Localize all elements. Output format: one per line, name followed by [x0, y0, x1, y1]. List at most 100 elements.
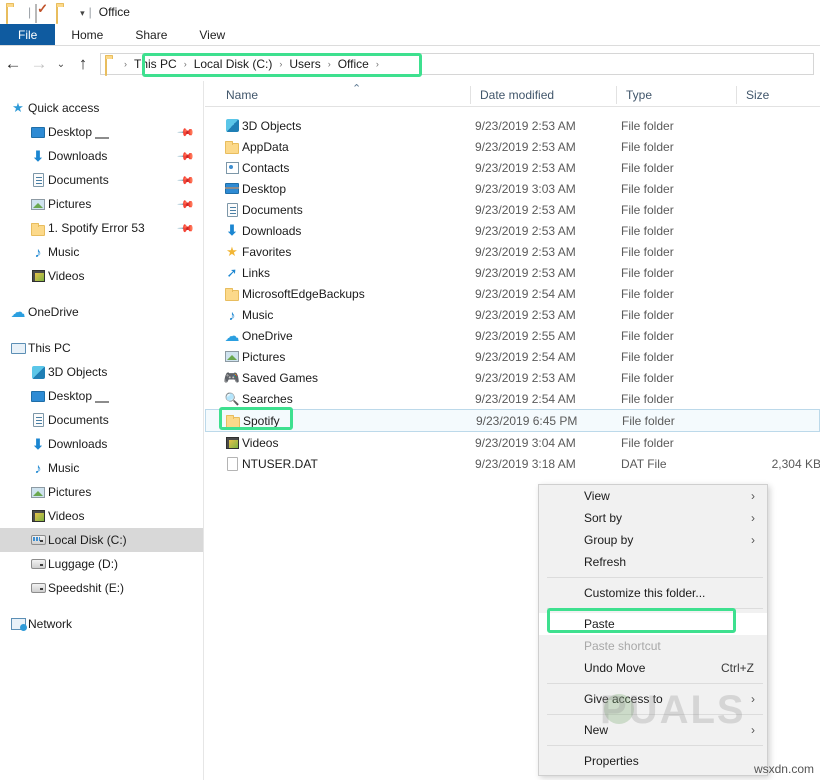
file-name-cell[interactable]: Contacts	[222, 161, 289, 175]
sidebar-item-local-disk-c[interactable]: Local Disk (C:)	[0, 528, 203, 552]
file-name-cell[interactable]: ★Favorites	[222, 244, 291, 260]
sidebar-item-label: Downloads	[48, 437, 107, 451]
table-row[interactable]: 🎮Saved Games 9/23/2019 2:53 AM File fold…	[205, 367, 820, 388]
sidebar-item-this-pc[interactable]: This PC	[0, 336, 203, 360]
tab-file[interactable]: File	[0, 24, 55, 45]
table-row[interactable]: Videos 9/23/2019 3:04 AM File folder	[205, 432, 820, 453]
file-name-cell[interactable]: ⬇Downloads	[222, 222, 301, 239]
file-name-cell[interactable]: Desktop	[222, 182, 286, 196]
breadcrumb-local-disk-c[interactable]: Local Disk (C:)	[188, 57, 279, 71]
sidebar-item-speedshit-e[interactable]: Speedshit (E:)	[0, 576, 203, 600]
pin-icon[interactable]: 📌	[177, 147, 196, 166]
date-modified-cell: 9/23/2019 2:53 AM	[475, 266, 576, 280]
sidebar-item-pictures[interactable]: Pictures 📌	[0, 192, 203, 216]
documents-icon	[28, 173, 48, 187]
tab-home[interactable]: Home	[55, 24, 119, 45]
desktop-icon	[28, 391, 48, 402]
sidebar-item-quick-access[interactable]: ★ Quick access	[0, 96, 203, 120]
menu-item-paste[interactable]: Paste	[539, 613, 767, 635]
sidebar-item-videos-pc[interactable]: Videos	[0, 504, 203, 528]
menu-item-refresh[interactable]: Refresh	[539, 551, 767, 573]
menu-item-give-access-to[interactable]: Give access to ›	[539, 688, 767, 710]
table-row[interactable]: ☁OneDrive 9/23/2019 2:55 AM File folder	[205, 325, 820, 346]
file-name-cell[interactable]: Videos	[222, 436, 278, 450]
file-name-cell[interactable]: MicrosoftEdgeBackups	[222, 287, 365, 301]
menu-item-new[interactable]: New ›	[539, 719, 767, 741]
file-name-cell[interactable]: 3D Objects	[222, 119, 301, 133]
file-name-cell[interactable]: ♪Music	[222, 307, 273, 323]
sidebar-item-network[interactable]: Network	[0, 612, 203, 636]
sidebar-item-desktop-pc[interactable]: Desktop	[0, 384, 203, 408]
sidebar-item-desktop[interactable]: Desktop 📌	[0, 120, 203, 144]
file-name-cell[interactable]: Documents	[222, 203, 303, 217]
table-row[interactable]: Documents 9/23/2019 2:53 AM File folder	[205, 199, 820, 220]
breadcrumb-this-pc[interactable]: This PC	[128, 57, 183, 71]
sidebar-item-documents[interactable]: Documents 📌	[0, 168, 203, 192]
menu-item-group-by[interactable]: Group by ›	[539, 529, 767, 551]
sidebar-item-videos[interactable]: Videos	[0, 264, 203, 288]
table-row[interactable]: Pictures 9/23/2019 2:54 AM File folder	[205, 346, 820, 367]
pin-icon[interactable]: 📌	[177, 195, 196, 214]
date-modified-cell: 9/23/2019 2:54 AM	[475, 350, 576, 364]
properties-checkbox-icon[interactable]	[35, 4, 51, 20]
menu-item-sort-by[interactable]: Sort by ›	[539, 507, 767, 529]
this-pc-icon	[8, 343, 28, 354]
pin-icon[interactable]: 📌	[177, 123, 196, 142]
sidebar-item-onedrive[interactable]: ☁ OneDrive	[0, 300, 203, 324]
file-name-cell[interactable]: Pictures	[222, 350, 285, 364]
tab-view[interactable]: View	[183, 24, 241, 45]
menu-item-customize-this-folder[interactable]: Customize this folder...	[539, 582, 767, 604]
sidebar-item-3d-objects[interactable]: 3D Objects	[0, 360, 203, 384]
table-row-spotify[interactable]: Spotify 9/23/2019 6:45 PM File folder	[205, 409, 820, 432]
sidebar-item-luggage-d[interactable]: Luggage (D:)	[0, 552, 203, 576]
file-name-cell[interactable]: 🎮Saved Games	[222, 370, 318, 386]
recent-locations-chevron-icon[interactable]: ⌄	[52, 51, 70, 77]
sidebar-item-spotify-error-53[interactable]: 1. Spotify Error 53 📌	[0, 216, 203, 240]
sidebar-item-pictures-pc[interactable]: Pictures	[0, 480, 203, 504]
menu-item-undo-move[interactable]: Undo Move Ctrl+Z	[539, 657, 767, 679]
sidebar-item-music[interactable]: ♪ Music	[0, 240, 203, 264]
table-row[interactable]: ★Favorites 9/23/2019 2:53 AM File folder	[205, 241, 820, 262]
column-header-type[interactable]: Type	[616, 86, 652, 104]
folder-icon[interactable]	[6, 4, 22, 20]
file-name-cell[interactable]: NTUSER.DAT	[222, 457, 318, 471]
tab-share[interactable]: Share	[119, 24, 183, 45]
navigation-pane[interactable]: ★ Quick access Desktop 📌 ⬇ Downloads 📌 D…	[0, 81, 204, 780]
column-header-date-modified[interactable]: Date modified	[470, 86, 554, 104]
up-arrow-icon[interactable]: ↑	[70, 51, 96, 77]
table-row[interactable]: ➚Links 9/23/2019 2:53 AM File folder	[205, 262, 820, 283]
table-row[interactable]: Desktop 9/23/2019 3:03 AM File folder	[205, 178, 820, 199]
table-row[interactable]: 3D Objects 9/23/2019 2:53 AM File folder	[205, 115, 820, 136]
sidebar-item-music-pc[interactable]: ♪ Music	[0, 456, 203, 480]
back-arrow-icon[interactable]: ←	[0, 51, 26, 77]
breadcrumb-office[interactable]: Office	[332, 57, 375, 71]
table-row[interactable]: AppData 9/23/2019 2:53 AM File folder	[205, 136, 820, 157]
file-name-cell[interactable]: 🔍Searches	[222, 392, 293, 406]
table-row[interactable]: Contacts 9/23/2019 2:53 AM File folder	[205, 157, 820, 178]
file-name-cell[interactable]: ☁OneDrive	[222, 327, 293, 345]
customize-qat-caret-icon[interactable]: ▾	[80, 8, 85, 19]
pin-icon[interactable]: 📌	[177, 171, 196, 190]
table-row[interactable]: 🔍Searches 9/23/2019 2:54 AM File folder	[205, 388, 820, 409]
column-header-name[interactable]: Name ⌃	[217, 86, 258, 104]
table-row[interactable]: ⬇Downloads 9/23/2019 2:53 AM File folder	[205, 220, 820, 241]
address-bar[interactable]: › This PC › Local Disk (C:) › Users › Of…	[100, 53, 814, 75]
breadcrumb-users[interactable]: Users	[283, 57, 326, 71]
file-name-cell[interactable]: AppData	[222, 140, 289, 154]
table-row[interactable]: ♪Music 9/23/2019 2:53 AM File folder	[205, 304, 820, 325]
sidebar-item-documents-pc[interactable]: Documents	[0, 408, 203, 432]
pin-icon[interactable]: 📌	[177, 219, 196, 238]
menu-item-view[interactable]: View ›	[539, 485, 767, 507]
sidebar-item-downloads[interactable]: ⬇ Downloads 📌	[0, 144, 203, 168]
table-row[interactable]: MicrosoftEdgeBackups 9/23/2019 2:54 AM F…	[205, 283, 820, 304]
sidebar-item-downloads-pc[interactable]: ⬇ Downloads	[0, 432, 203, 456]
menu-item-properties[interactable]: Properties	[539, 750, 767, 772]
table-row[interactable]: NTUSER.DAT 9/23/2019 3:18 AM DAT File 2,…	[205, 453, 820, 474]
context-menu[interactable]: View › Sort by › Group by › Refresh Cust…	[538, 484, 768, 776]
new-folder-icon[interactable]	[56, 4, 72, 20]
breadcrumb-separator[interactable]: ›	[375, 59, 380, 69]
file-name-cell[interactable]: Spotify	[223, 414, 280, 428]
file-name-cell[interactable]: ➚Links	[222, 265, 270, 281]
desktop-icon	[222, 183, 242, 194]
column-header-size[interactable]: Size	[736, 86, 769, 104]
